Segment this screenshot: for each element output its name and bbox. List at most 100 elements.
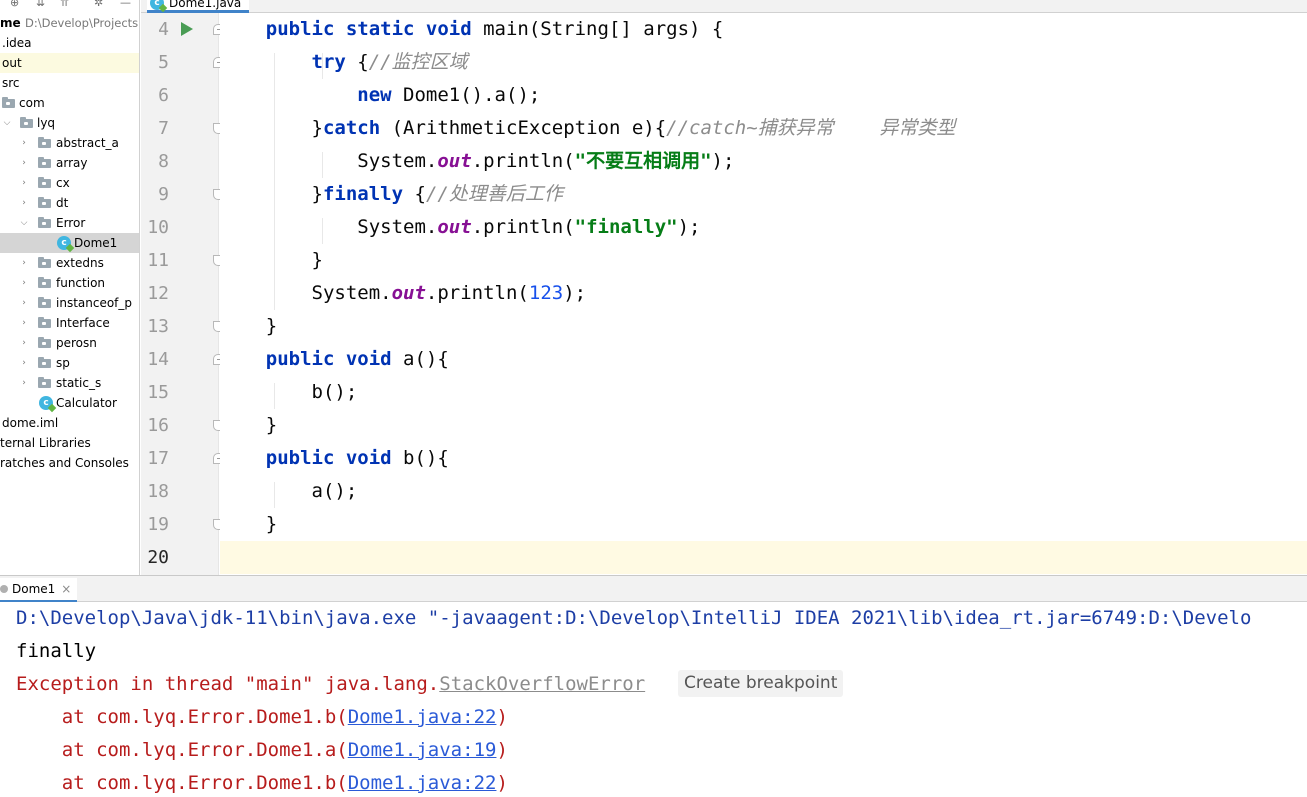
tree-item-dome1[interactable]: c Dome1: [0, 233, 139, 253]
tree-item-external-libraries[interactable]: ternal Libraries: [0, 433, 139, 453]
chevron-right-icon[interactable]: ›: [19, 133, 29, 153]
tree-item-idea[interactable]: .idea: [0, 33, 139, 53]
tree-item-label: ternal Libraries: [0, 436, 91, 450]
code-editor[interactable]: public static void main(String[] args) {…: [220, 13, 1307, 575]
tree-item-lyq[interactable]: ⌵ lyq: [0, 113, 139, 133]
code-text: }: [311, 117, 323, 139]
code-comment: //catch~捕获异常 异常类型: [666, 117, 956, 139]
stack-frame-text: ): [496, 739, 508, 761]
tree-item-calculator[interactable]: c Calculator: [0, 393, 139, 413]
console-command-line: D:\Develop\Java\jdk-11\bin\java.exe "-ja…: [16, 607, 1252, 629]
chevron-right-icon[interactable]: ›: [19, 193, 29, 213]
create-breakpoint-link[interactable]: Create breakpoint: [678, 670, 844, 697]
code-comment: //处理善后工作: [425, 183, 563, 205]
tree-item-array[interactable]: › array: [0, 153, 139, 173]
stack-frame: at com.lyq.Error.Dome1.b(Dome1.java:22): [16, 701, 508, 734]
chevron-right-icon[interactable]: ›: [19, 353, 29, 373]
code-text: (ArithmeticException e){: [380, 117, 667, 139]
code-text: .println(: [425, 282, 529, 304]
code-text: b();: [311, 381, 358, 403]
chevron-right-icon[interactable]: ›: [19, 173, 29, 193]
chevron-right-icon[interactable]: ›: [19, 253, 29, 273]
stack-frame-text: ): [496, 772, 508, 794]
package-icon: [38, 177, 51, 188]
chevron-right-icon[interactable]: ›: [19, 313, 29, 333]
hide-icon[interactable]: —: [120, 0, 131, 9]
tree-item-label: lyq: [37, 116, 56, 130]
exception-class-link[interactable]: StackOverflowError: [439, 673, 645, 695]
chevron-right-icon[interactable]: ›: [19, 293, 29, 313]
tree-item-label: perosn: [56, 336, 97, 350]
code-keyword: try: [311, 51, 346, 73]
tree-item-function[interactable]: › function: [0, 273, 139, 293]
tree-item-dome-iml[interactable]: dome.iml: [0, 413, 139, 433]
tree-item-static-s[interactable]: › static_s: [0, 373, 139, 393]
tree-item-error[interactable]: ⌵ Error: [0, 213, 139, 233]
code-keyword: public static void: [265, 18, 472, 40]
tab-dome1-java[interactable]: c Dome1.java: [147, 0, 250, 13]
package-icon: [38, 257, 51, 268]
code-text: );: [711, 150, 735, 172]
chevron-right-icon[interactable]: ›: [19, 273, 29, 293]
project-root[interactable]: me D:\Develop\Projects: [0, 13, 139, 33]
code-string: "finally": [574, 216, 678, 238]
tree-item-interface[interactable]: › Interface: [0, 313, 139, 333]
line-number: 9: [158, 184, 169, 205]
run-tab-dome1[interactable]: Dome1 ×: [0, 578, 78, 603]
tree-item-perosn[interactable]: › perosn: [0, 333, 139, 353]
tree-item-abstract-a[interactable]: › abstract_a: [0, 133, 139, 153]
tree-item-label: sp: [56, 356, 70, 370]
tree-item-label: static_s: [56, 376, 102, 390]
code-line-18: a();: [220, 475, 1307, 508]
package-icon: [38, 317, 51, 328]
line-number: 5: [158, 52, 169, 73]
run-console[interactable]: D:\Develop\Java\jdk-11\bin\java.exe "-ja…: [0, 602, 1307, 797]
exception-text: Exception in thread "main" java.lang.: [16, 673, 440, 695]
code-line-20-current[interactable]: [220, 541, 1307, 574]
code-line-17: public void b(){: [220, 442, 1307, 475]
code-number: 123: [528, 282, 564, 304]
chevron-right-icon[interactable]: ›: [19, 373, 29, 393]
package-icon: [2, 97, 15, 108]
tree-item-instanceof-p[interactable]: › instanceof_p: [0, 293, 139, 313]
chevron-right-icon[interactable]: ›: [19, 333, 29, 353]
tree-item-src[interactable]: src: [0, 73, 139, 93]
package-icon: [38, 297, 51, 308]
project-root-name: me: [0, 16, 21, 30]
editor-gutter[interactable]: 4 5 6 7 8 9 10 11 12 13 14 15 16 17 18 1…: [141, 13, 226, 575]
close-icon[interactable]: ×: [61, 578, 71, 600]
chevron-down-icon[interactable]: ⌵: [2, 113, 12, 133]
stack-frame-text: at com.lyq.Error.Dome1.b(: [16, 772, 348, 794]
chevron-right-icon[interactable]: ›: [19, 153, 29, 173]
source-link[interactable]: Dome1.java:22: [348, 706, 497, 728]
package-icon: [38, 217, 51, 228]
tree-item-com[interactable]: com: [0, 93, 139, 113]
tree-item-out[interactable]: out: [0, 53, 139, 73]
line-number: 19: [147, 514, 169, 535]
source-link[interactable]: Dome1.java:22: [348, 772, 497, 794]
code-line-9: }finally {//处理善后工作: [220, 178, 1307, 211]
tree-item-extedns[interactable]: › extedns: [0, 253, 139, 273]
tree-item-scratches[interactable]: ratches and Consoles: [0, 453, 139, 473]
chevron-down-icon[interactable]: ⌵: [19, 213, 29, 233]
tree-item-sp[interactable]: › sp: [0, 353, 139, 373]
tree-item-label: src: [2, 76, 20, 90]
code-keyword: catch: [322, 117, 381, 139]
code-text: .println(: [471, 216, 575, 238]
source-link[interactable]: Dome1.java:19: [348, 739, 497, 761]
run-icon[interactable]: [181, 22, 193, 36]
line-number: 7: [158, 118, 169, 139]
expand-all-icon[interactable]: ⇊: [36, 0, 45, 9]
tree-item-dt[interactable]: › dt: [0, 193, 139, 213]
code-line-16: }: [220, 409, 1307, 442]
tree-item-label: Calculator: [56, 396, 117, 410]
collapse-all-icon[interactable]: ⇈: [60, 0, 69, 9]
code-keyword: public void: [265, 348, 392, 370]
package-icon: [38, 377, 51, 388]
locate-icon[interactable]: ⊕: [10, 0, 19, 9]
gear-icon[interactable]: ✲: [94, 0, 103, 9]
code-keyword: finally: [322, 183, 404, 205]
tree-item-cx[interactable]: › cx: [0, 173, 139, 193]
line-number: 17: [147, 448, 169, 469]
code-text: a();: [311, 480, 358, 502]
